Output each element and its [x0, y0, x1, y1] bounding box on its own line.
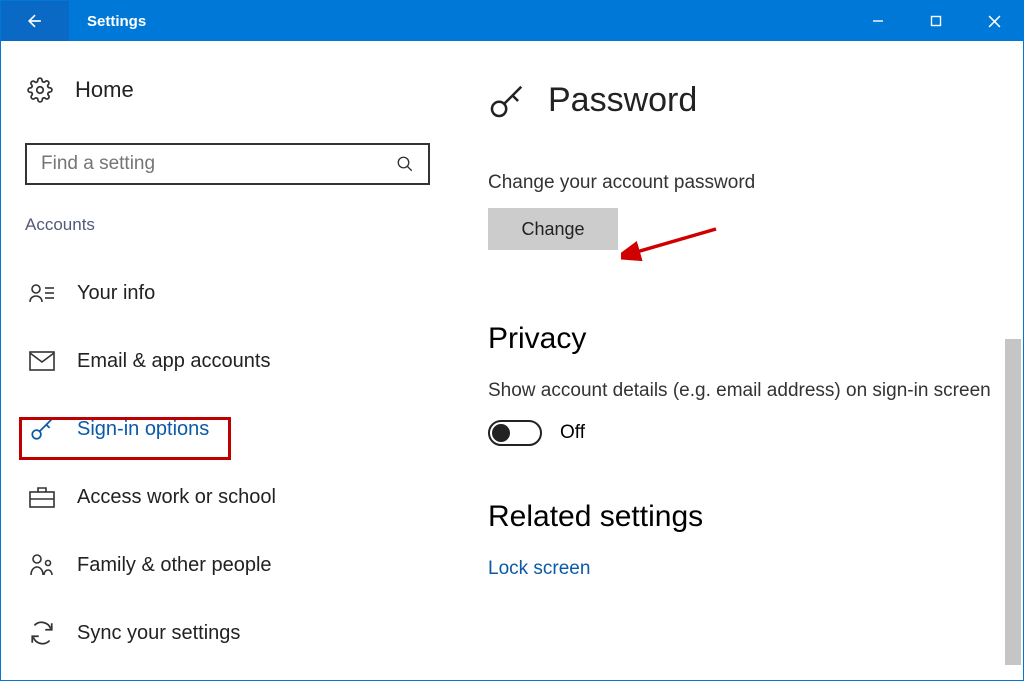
home-label: Home — [75, 77, 134, 103]
annotation-highlight — [19, 417, 231, 460]
privacy-toggle[interactable] — [488, 420, 542, 446]
toggle-knob — [492, 424, 510, 442]
title-bar: Settings — [1, 1, 1023, 41]
search-input[interactable] — [41, 153, 381, 175]
lock-screen-link[interactable]: Lock screen — [488, 558, 993, 580]
email-label: Email & app accounts — [77, 350, 270, 373]
window-title: Settings — [87, 13, 146, 30]
sidebar-item-sync[interactable]: Sync your settings — [25, 609, 430, 657]
privacy-toggle-label: Off — [560, 422, 585, 444]
arrow-left-icon — [25, 11, 45, 31]
person-card-icon — [29, 282, 55, 304]
change-button[interactable]: Change — [488, 208, 618, 250]
annotation-arrow — [621, 221, 721, 261]
minimize-button[interactable] — [849, 1, 907, 41]
search-icon — [396, 155, 414, 173]
minimize-icon — [872, 15, 884, 27]
back-button[interactable] — [1, 1, 69, 41]
sync-icon — [29, 620, 55, 646]
privacy-section: Privacy Show account details (e.g. email… — [488, 322, 993, 446]
password-description: Change your account password — [488, 172, 993, 194]
sidebar-item-your-info[interactable]: Your info — [25, 269, 430, 317]
family-label: Family & other people — [77, 554, 272, 577]
your-info-label: Your info — [77, 282, 155, 305]
section-label: Accounts — [25, 215, 430, 235]
privacy-toggle-row: Off — [488, 420, 993, 446]
sidebar-home[interactable]: Home — [25, 77, 430, 103]
people-icon — [29, 553, 55, 577]
key-icon — [488, 82, 526, 120]
scrollbar-thumb[interactable] — [1005, 339, 1021, 665]
sidebar-item-email[interactable]: Email & app accounts — [25, 337, 430, 385]
sync-label: Sync your settings — [77, 622, 240, 645]
settings-window: Settings Home Accounts — [0, 0, 1024, 681]
maximize-button[interactable] — [907, 1, 965, 41]
window-body: Home Accounts Your info Email & app acco… — [1, 41, 1023, 680]
password-title: Password — [548, 81, 697, 120]
password-heading: Password — [488, 81, 993, 120]
work-label: Access work or school — [77, 486, 276, 509]
privacy-title: Privacy — [488, 322, 993, 356]
close-button[interactable] — [965, 1, 1023, 41]
gear-icon — [27, 77, 53, 103]
related-title: Related settings — [488, 500, 993, 534]
content-pane: Password Change your account password Ch… — [454, 41, 1023, 680]
search-box[interactable] — [25, 143, 430, 185]
privacy-description: Show account details (e.g. email address… — [488, 380, 993, 402]
window-controls — [849, 1, 1023, 41]
maximize-icon — [930, 15, 942, 27]
sidebar: Home Accounts Your info Email & app acco… — [1, 41, 454, 680]
close-icon — [988, 15, 1001, 28]
related-section: Related settings Lock screen — [488, 500, 993, 580]
mail-icon — [29, 351, 55, 371]
sidebar-item-family[interactable]: Family & other people — [25, 541, 430, 589]
briefcase-icon — [29, 486, 55, 508]
sidebar-item-work[interactable]: Access work or school — [25, 473, 430, 521]
